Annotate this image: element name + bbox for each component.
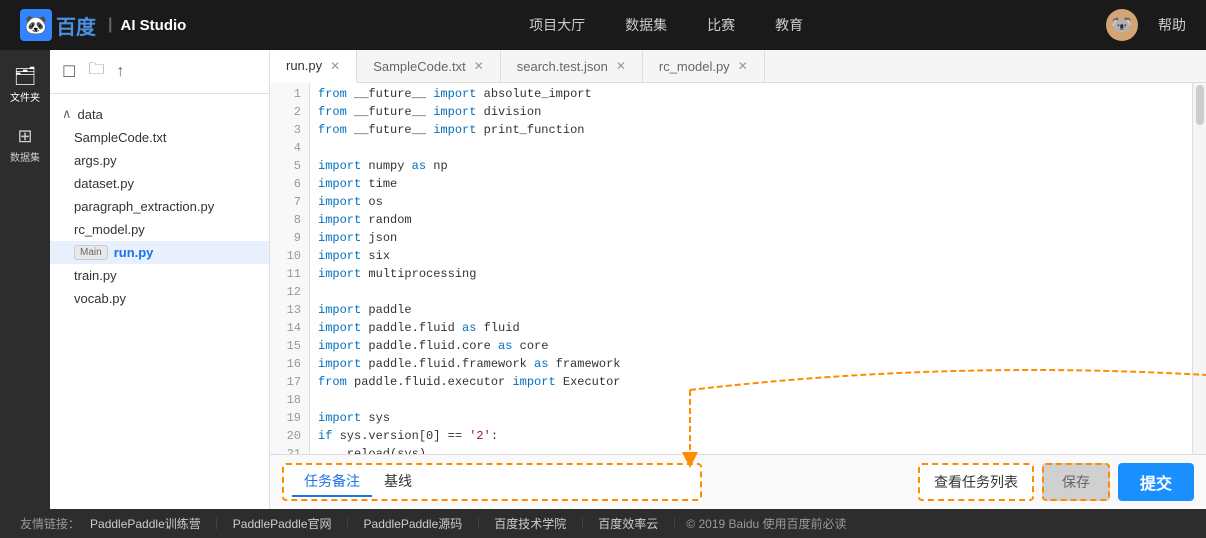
tab-run-py[interactable]: run.py ✕ (270, 50, 357, 83)
help-link[interactable]: 帮助 (1158, 15, 1186, 35)
top-navigation: 🐼 百度 | AI Studio 项目大厅 数据集 比赛 教育 🐨 帮助 (0, 0, 1206, 50)
tab-samplecode[interactable]: SampleCode.txt ✕ (357, 50, 501, 82)
nav-item-datasets[interactable]: 数据集 (625, 15, 667, 35)
main-badge: Main (74, 245, 108, 260)
footer-link-efficiency[interactable]: 百度效率云 (598, 515, 658, 532)
tab-task-notes[interactable]: 任务备注 (292, 467, 372, 497)
list-item[interactable]: SampleCode.txt (50, 126, 269, 149)
new-file-icon[interactable]: ☐ (62, 62, 76, 82)
list-item[interactable]: train.py (50, 264, 269, 287)
tab-bar: run.py ✕ SampleCode.txt ✕ search.test.js… (270, 50, 1206, 83)
list-item[interactable]: rc_model.py (50, 218, 269, 241)
sidebar-label-datasets: 数据集 (10, 149, 40, 164)
line-numbers: 12345 678910 1112131415 1617181920 21222… (270, 83, 310, 454)
tab-rc-model[interactable]: rc_model.py ✕ (643, 50, 765, 82)
footer-link-baiduai[interactable]: 百度技术学院 (494, 515, 566, 532)
file-toolbar: ☐ 🗀 ↑ (50, 50, 269, 94)
footer-prefix: 友情链接： (20, 515, 80, 532)
tab-close-icon[interactable]: ✕ (330, 59, 340, 73)
tab-label: search.test.json (517, 59, 608, 74)
tab-search-test[interactable]: search.test.json ✕ (501, 50, 643, 82)
logo: 🐼 百度 | AI Studio (20, 9, 186, 41)
nav-links: 项目大厅 数据集 比赛 教育 (226, 15, 1106, 35)
baidu-bear-icon: 🐼 (20, 9, 52, 41)
file-item-main: Main run.py (74, 245, 257, 260)
scrollbar[interactable] (1192, 83, 1206, 454)
chevron-down-icon: ∧ (62, 106, 72, 122)
scrollbar-thumb[interactable] (1196, 85, 1204, 125)
list-item[interactable]: paragraph_extraction.py (50, 195, 269, 218)
sidebar-label-files: 文件夹 (10, 89, 40, 104)
file-panel: ☐ 🗀 ↑ ∧ data SampleCode.txt args.py data… (50, 50, 270, 509)
footer: 友情链接： PaddlePaddle训练营 ｜ PaddlePaddle官网 ｜… (0, 509, 1206, 538)
nav-right: 🐨 帮助 (1106, 9, 1186, 41)
upload-icon[interactable]: ↑ (116, 63, 124, 81)
new-folder-icon[interactable]: 🗀 (88, 58, 104, 85)
tab-label: run.py (286, 58, 322, 73)
footer-copyright: © 2019 Baidu 使用百度前必读 (686, 515, 846, 532)
code-content[interactable]: from __future__ import absolute_import f… (310, 83, 1192, 454)
baidu-text: 百度 (56, 11, 96, 40)
sidebar-item-datasets[interactable]: ⊞ 数据集 (5, 120, 45, 170)
footer-link-paddlesrc[interactable]: PaddlePaddle源码 (364, 515, 463, 532)
folder-data[interactable]: ∧ data (50, 102, 269, 126)
tab-label: SampleCode.txt (373, 59, 466, 74)
nav-item-projects[interactable]: 项目大厅 (529, 15, 585, 35)
nav-item-competition[interactable]: 比赛 (707, 15, 735, 35)
folder-icon: 🗂 (14, 66, 37, 87)
footer-link-paddlecamp[interactable]: PaddlePaddle训练营 (90, 515, 201, 532)
bottom-panel: 任务备注 基线 查看任务列表 保存 提交 (270, 454, 1206, 509)
folder-label: data (78, 107, 103, 122)
tab-close-icon[interactable]: ✕ (474, 59, 484, 73)
file-list: ∧ data SampleCode.txt args.py dataset.py… (50, 94, 269, 509)
bottom-actions: 查看任务列表 保存 提交 (918, 463, 1194, 501)
list-item[interactable]: vocab.py (50, 287, 269, 310)
task-input-group: 任务备注 基线 (282, 463, 702, 501)
avatar[interactable]: 🐨 (1106, 9, 1138, 41)
sidebar-item-files[interactable]: 🗂 文件夹 (5, 60, 45, 110)
editor-area: run.py ✕ SampleCode.txt ✕ search.test.js… (270, 50, 1206, 509)
submit-button[interactable]: 提交 (1118, 463, 1194, 501)
studio-text: AI Studio (120, 17, 186, 34)
tab-close-icon[interactable]: ✕ (738, 59, 748, 73)
save-button[interactable]: 保存 (1042, 463, 1110, 501)
view-task-list-button[interactable]: 查看任务列表 (918, 463, 1034, 501)
nav-item-education[interactable]: 教育 (775, 15, 803, 35)
footer-link-paddleofficial[interactable]: PaddlePaddle官网 (233, 515, 332, 532)
tab-close-icon[interactable]: ✕ (616, 59, 626, 73)
list-item[interactable]: dataset.py (50, 172, 269, 195)
list-item[interactable]: args.py (50, 149, 269, 172)
tab-label: rc_model.py (659, 59, 730, 74)
list-item-active[interactable]: Main run.py (50, 241, 269, 264)
nav-divider: | (108, 16, 112, 34)
main-content: 🗂 文件夹 ⊞ 数据集 ☐ 🗀 ↑ ∧ data SampleCode.txt … (0, 50, 1206, 509)
tab-baseline[interactable]: 基线 (372, 467, 424, 497)
grid-icon: ⊞ (17, 126, 32, 147)
code-editor: 12345 678910 1112131415 1617181920 21222… (270, 83, 1206, 454)
task-input[interactable] (424, 475, 692, 490)
sidebar-icons: 🗂 文件夹 ⊞ 数据集 (0, 50, 50, 509)
active-filename: run.py (114, 245, 154, 260)
